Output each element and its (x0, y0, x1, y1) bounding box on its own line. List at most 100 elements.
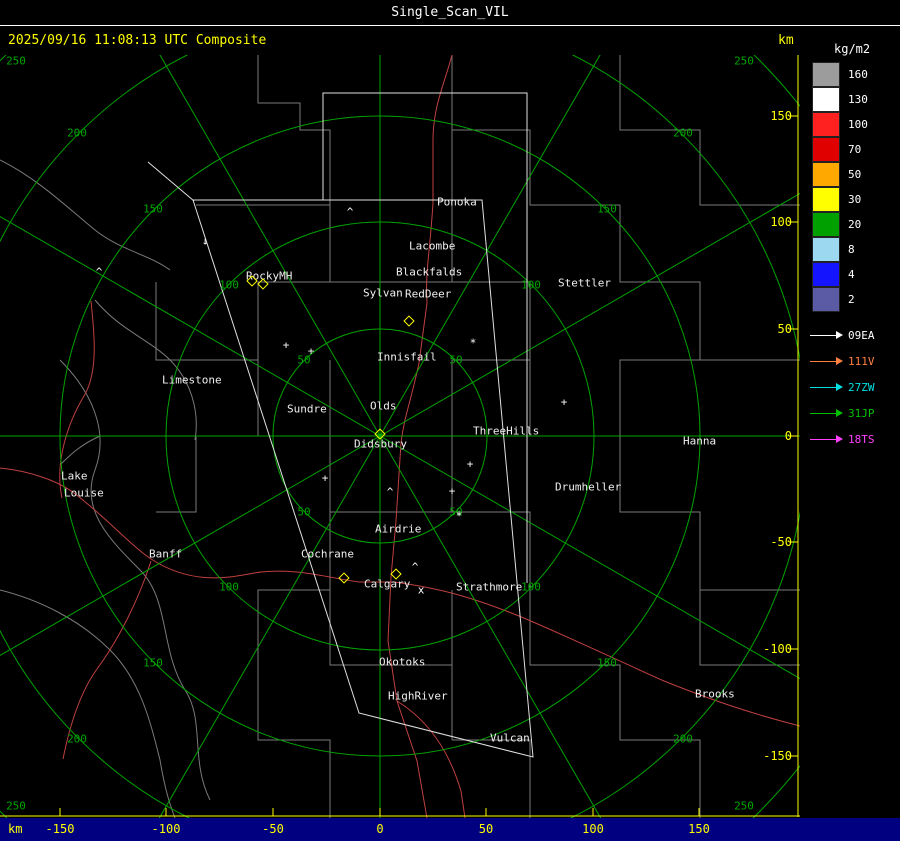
place-label: Sylvan (363, 286, 403, 300)
axis-label-y: -150 (763, 749, 792, 763)
legend-value: 100 (848, 118, 868, 131)
legend-entry: 70 (812, 137, 900, 162)
storm-track-entry: 31JP (810, 400, 900, 426)
legend-value: 8 (848, 243, 855, 256)
place-label: Blackfalds (396, 265, 463, 279)
window-titlebar: Single_Scan_VIL (0, 0, 900, 26)
storm-track-arrowhead-icon (836, 435, 843, 443)
axis-label-x: 150 (688, 822, 710, 836)
place-label: Banff (149, 547, 183, 561)
storm-track-arrowhead-icon (836, 357, 843, 365)
legend-entry: 20 (812, 212, 900, 237)
storm-track-arrow (810, 412, 836, 414)
range-ring-label: 100 (219, 278, 239, 292)
map-marker-icon: x (417, 583, 425, 597)
storm-track-id: 18TS (848, 432, 875, 446)
map-marker-icon: ^ (411, 560, 419, 574)
map-marker-icon: ↓ (201, 234, 209, 248)
place-label: Lake (61, 469, 88, 483)
axis-label-x: -150 (45, 822, 75, 836)
legend-color-swatch (812, 162, 840, 187)
storm-track-id: 09EA (848, 328, 875, 342)
map-marker-icon: + (560, 395, 568, 409)
place-label: Lacombe (409, 239, 456, 253)
storm-track-arrow (810, 386, 836, 388)
range-ring-label: 150 (143, 202, 163, 216)
map-marker-icon: + (466, 457, 474, 471)
map-marker-icon: + (282, 338, 290, 352)
radar-map: 50 100 150 200 250 50 100 150 200 250 50 100 150 200 2… (0, 55, 800, 818)
storm-cell-icon (403, 315, 415, 327)
legend-value: 4 (848, 268, 855, 281)
storm-track-entry: 111V (810, 348, 900, 374)
place-label: Innisfail (377, 350, 437, 364)
range-ring-label: 150 (597, 202, 617, 216)
legend-color-swatch (812, 237, 840, 262)
range-ring-label: 200 (67, 126, 87, 140)
bottom-axis-labels: -150 -100 -50 0 50 100 150 (0, 818, 800, 841)
storm-track-arrowhead-icon (836, 383, 843, 391)
range-ring-label: 100 (521, 278, 541, 292)
map-marker-icon: + (448, 484, 456, 498)
storm-track-arrow (810, 360, 836, 362)
axis-label-x: -50 (262, 822, 284, 836)
storm-cell-icon (338, 572, 350, 584)
storm-track-id: 111V (848, 354, 875, 368)
storm-track-arrow (810, 334, 836, 336)
legend-panel: kg/m2 160 130 100 70 50 30 20 8 4 2 09EA 111V 27ZW 3… (800, 26, 900, 818)
storm-track-entry: 18TS (810, 426, 900, 452)
place-label: Okotoks (379, 655, 426, 669)
axis-label-x: -100 (151, 822, 181, 836)
storm-track-entry: 27ZW (810, 374, 900, 400)
axis-label-y: -50 (770, 535, 792, 549)
legend-color-swatch (812, 212, 840, 237)
legend-entry: 130 (812, 87, 900, 112)
legend-entry: 8 (812, 237, 900, 262)
map-marker-icon: * (455, 509, 463, 523)
range-ring-label: 50 (297, 505, 311, 519)
legend-value: 160 (848, 68, 868, 81)
place-label: ThreeHills (473, 424, 540, 438)
header-bar: 2025/09/16 11:08:13 UTC Composite km (0, 26, 900, 55)
range-ring-label: 250 (734, 799, 754, 813)
legend-entry: 2 (812, 287, 900, 312)
place-label: Olds (370, 399, 397, 413)
storm-track-id: 31JP (848, 406, 875, 420)
place-label: Strathmore (456, 580, 523, 594)
storm-track-id: 27ZW (848, 380, 875, 394)
range-ring-label: 150 (597, 656, 617, 670)
map-marker-icon: ^ (95, 265, 103, 279)
right-axis-unit-label: km (778, 33, 794, 48)
range-ring-label: 250 (734, 55, 754, 68)
place-label: Cochrane (301, 547, 354, 561)
place-label: Didsbury (354, 437, 407, 451)
range-ring-label: 50 (449, 353, 463, 367)
place-label: Drumheller (555, 480, 622, 494)
legend-entry: 100 (812, 112, 900, 137)
place-label: Hanna (683, 434, 717, 448)
place-label: Sundre (287, 402, 327, 416)
range-ring-label: 200 (67, 732, 87, 746)
map-marker-icon: * (469, 336, 477, 350)
legend-color-swatch (812, 262, 840, 287)
storm-track-arrow (810, 438, 836, 440)
range-ring-label: 250 (6, 55, 26, 68)
map-label-layer: 50 100 150 200 250 50 100 150 200 250 50 100 150 200 2… (0, 55, 800, 818)
legend-value: 50 (848, 168, 862, 181)
storm-track-arrowhead-icon (836, 409, 843, 417)
axis-label-y: -100 (763, 642, 792, 656)
range-ring-label: 100 (219, 580, 239, 594)
legend-value: 20 (848, 218, 862, 231)
axis-label-y: 100 (770, 215, 792, 229)
legend-entry: 30 (812, 187, 900, 212)
range-ring-label: 200 (673, 126, 693, 140)
axis-label-x: 100 (582, 822, 604, 836)
axis-label-y: 150 (770, 109, 792, 123)
place-label: Stettler (558, 276, 611, 290)
range-ring-label: 250 (6, 799, 26, 813)
storm-track-arrowhead-icon (836, 331, 843, 339)
axis-label-x: 50 (478, 822, 494, 836)
legend-color-swatch (812, 187, 840, 212)
axis-label-y: 0 (784, 429, 792, 443)
range-ring-label: 200 (673, 732, 693, 746)
